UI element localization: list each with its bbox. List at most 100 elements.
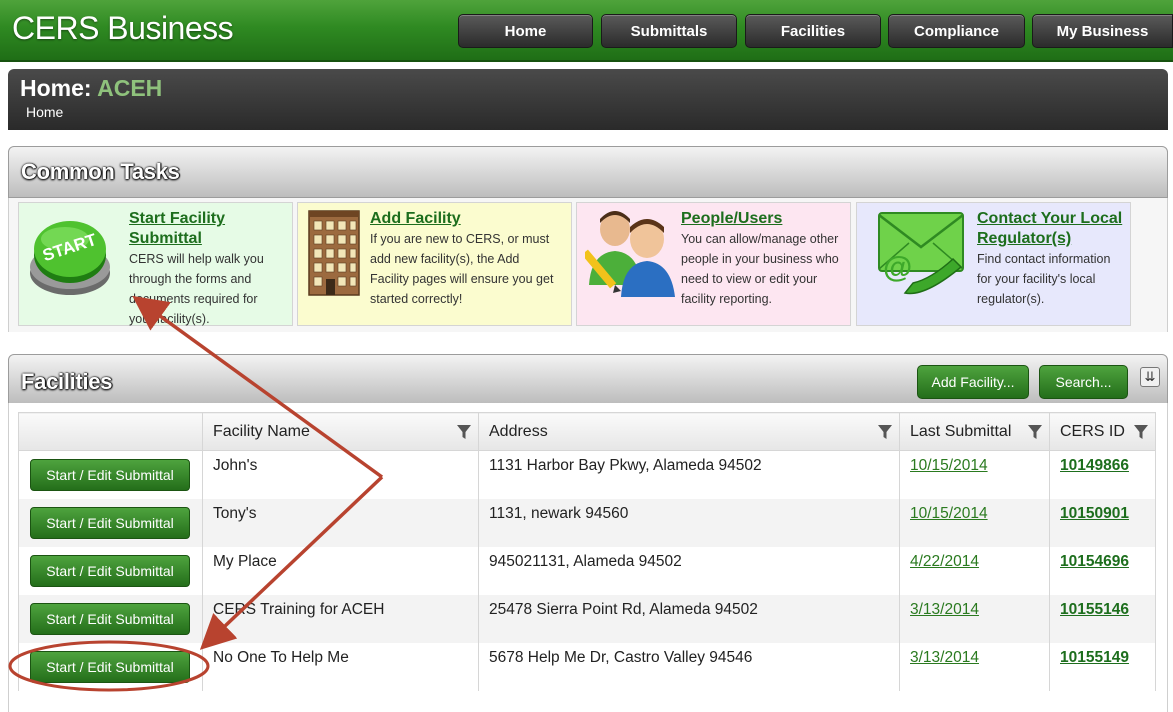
cers-id-cell: 10154696 bbox=[1049, 546, 1156, 595]
breadcrumb: Home bbox=[26, 104, 63, 120]
cers-id-cell: 10155149 bbox=[1049, 642, 1156, 691]
column-header-label: Address bbox=[489, 422, 548, 440]
table-row: Start / Edit Submittal No One To Help Me… bbox=[18, 642, 1156, 691]
last-submittal-link[interactable]: 4/22/2014 bbox=[910, 553, 979, 570]
cers-id-link[interactable]: 10154696 bbox=[1060, 553, 1129, 570]
nav-submittals-button[interactable]: Submittals bbox=[601, 14, 737, 48]
desc-line: regulator(s). bbox=[977, 292, 1045, 306]
task-contact-regulator[interactable]: @ Contact Your Local Regulator(s) Find c… bbox=[856, 202, 1131, 326]
task-start-facility-link[interactable]: Start Facility Submittal bbox=[129, 209, 225, 249]
desc-line: add new facility(s), the Add bbox=[370, 252, 520, 266]
last-submittal-cell: 10/15/2014 bbox=[899, 450, 1050, 499]
cers-id-cell: 10149866 bbox=[1049, 450, 1156, 499]
cers-id-cell: 10155146 bbox=[1049, 594, 1156, 643]
last-submittal-link[interactable]: 10/15/2014 bbox=[910, 505, 988, 522]
task-title-line: Regulator(s) bbox=[977, 230, 1072, 247]
app-logo[interactable]: CERS Business bbox=[12, 10, 234, 47]
nav-compliance-button[interactable]: Compliance bbox=[888, 14, 1025, 48]
column-header-label: Last Submittal bbox=[910, 422, 1012, 440]
last-submittal-cell: 4/22/2014 bbox=[899, 546, 1050, 595]
last-submittal-cell: 3/13/2014 bbox=[899, 594, 1050, 643]
task-start-facility-submittal[interactable]: START Start Facility Submittal CERS will… bbox=[18, 202, 293, 326]
column-header-cers-id[interactable]: CERS ID bbox=[1049, 412, 1156, 451]
action-cell: Start / Edit Submittal bbox=[18, 642, 203, 691]
desc-line: need to view or edit your bbox=[681, 272, 818, 286]
start-button-icon: START bbox=[30, 221, 110, 295]
nav-facilities-button[interactable]: Facilities bbox=[745, 14, 881, 48]
nav-home-button[interactable]: Home bbox=[458, 14, 593, 48]
cers-id-link[interactable]: 10155149 bbox=[1060, 649, 1129, 666]
page-title: Home: ACEH bbox=[20, 75, 162, 102]
desc-line: your facility(s). bbox=[129, 312, 210, 326]
address-cell: 1131 Harbor Bay Pkwy, Alameda 94502 bbox=[478, 450, 900, 499]
page-title-bar: Home: ACEH Home bbox=[8, 69, 1168, 130]
last-submittal-link[interactable]: 10/15/2014 bbox=[910, 457, 988, 474]
table-header-row: Facility Name Address Last Submittal CER… bbox=[18, 412, 1156, 451]
task-title-line: Start Facility bbox=[129, 210, 226, 227]
start-edit-submittal-button[interactable]: Start / Edit Submittal bbox=[30, 602, 190, 635]
column-header-last-submittal[interactable]: Last Submittal bbox=[899, 412, 1050, 451]
facility-name-cell: John's bbox=[202, 450, 479, 499]
breadcrumb-home[interactable]: Home bbox=[26, 104, 63, 120]
last-submittal-cell: 3/13/2014 bbox=[899, 642, 1050, 691]
desc-line: people in your business who bbox=[681, 252, 839, 266]
task-add-facility[interactable]: Add Facility If you are new to CERS, or … bbox=[297, 202, 572, 326]
facility-name-cell: CERS Training for ACEH bbox=[202, 594, 479, 643]
facility-name-cell: My Place bbox=[202, 546, 479, 595]
column-header-address[interactable]: Address bbox=[478, 412, 900, 451]
nav-my-business-button[interactable]: My Business bbox=[1032, 14, 1173, 48]
filter-icon[interactable] bbox=[1028, 424, 1042, 440]
filter-icon[interactable] bbox=[457, 424, 471, 440]
facilities-table: Facility Name Address Last Submittal CER… bbox=[18, 412, 1156, 691]
at-sign-glyph: @ bbox=[883, 251, 912, 284]
desc-line: You can allow/manage other bbox=[681, 232, 839, 246]
last-submittal-cell: 10/15/2014 bbox=[899, 498, 1050, 547]
column-header-label: CERS ID bbox=[1060, 422, 1125, 440]
page-title-org: ACEH bbox=[97, 75, 163, 101]
desc-line: Facility pages will ensure you get bbox=[370, 272, 554, 286]
cers-id-link[interactable]: 10155146 bbox=[1060, 601, 1129, 618]
table-row: Start / Edit Submittal Tony's 1131, newa… bbox=[18, 498, 1156, 547]
action-cell: Start / Edit Submittal bbox=[18, 450, 203, 499]
task-description: If you are new to CERS, or must add new … bbox=[370, 229, 553, 309]
task-people-users-link[interactable]: People/Users bbox=[681, 209, 782, 229]
action-cell: Start / Edit Submittal bbox=[18, 594, 203, 643]
table-row: Start / Edit Submittal My Place 94502113… bbox=[18, 546, 1156, 595]
desc-line: through the forms and bbox=[129, 272, 252, 286]
search-button[interactable]: Search... bbox=[1039, 365, 1128, 399]
common-tasks-header: Common Tasks bbox=[8, 146, 1168, 198]
action-cell: Start / Edit Submittal bbox=[18, 498, 203, 547]
cers-id-link[interactable]: 10149866 bbox=[1060, 457, 1129, 474]
task-title-line: Submittal bbox=[129, 230, 202, 247]
desc-line: for your facility's local bbox=[977, 272, 1096, 286]
page-title-prefix: Home: bbox=[20, 75, 92, 101]
start-edit-submittal-button[interactable]: Start / Edit Submittal bbox=[30, 506, 190, 539]
address-cell: 945021131, Alameda 94502 bbox=[478, 546, 900, 595]
task-contact-regulator-link[interactable]: Contact Your Local Regulator(s) bbox=[977, 209, 1122, 249]
collapse-panel-icon[interactable]: ⇊ bbox=[1140, 367, 1160, 387]
cers-id-cell: 10150901 bbox=[1049, 498, 1156, 547]
start-edit-submittal-button[interactable]: Start / Edit Submittal bbox=[30, 650, 190, 683]
start-edit-submittal-button[interactable]: Start / Edit Submittal bbox=[30, 459, 190, 491]
start-edit-submittal-button[interactable]: Start / Edit Submittal bbox=[30, 554, 190, 587]
desc-line: CERS will help walk you bbox=[129, 252, 264, 266]
column-header-facility-name[interactable]: Facility Name bbox=[202, 412, 479, 451]
facility-name-cell: No One To Help Me bbox=[202, 642, 479, 691]
task-people-users[interactable]: People/Users You can allow/manage other … bbox=[576, 202, 851, 326]
desc-line: If you are new to CERS, or must bbox=[370, 232, 550, 246]
filter-icon[interactable] bbox=[878, 424, 892, 440]
desc-line: started correctly! bbox=[370, 292, 463, 306]
facilities-title: Facilities bbox=[21, 369, 113, 394]
last-submittal-link[interactable]: 3/13/2014 bbox=[910, 649, 979, 666]
task-add-facility-link[interactable]: Add Facility bbox=[370, 209, 461, 229]
task-description: You can allow/manage other people in you… bbox=[681, 229, 839, 309]
table-row: Start / Edit Submittal CERS Training for… bbox=[18, 594, 1156, 643]
add-facility-button[interactable]: Add Facility... bbox=[917, 365, 1029, 399]
cers-id-link[interactable]: 10150901 bbox=[1060, 505, 1129, 522]
last-submittal-link[interactable]: 3/13/2014 bbox=[910, 601, 979, 618]
building-icon bbox=[308, 210, 360, 296]
desc-line: Find contact information bbox=[977, 252, 1111, 266]
address-cell: 25478 Sierra Point Rd, Alameda 94502 bbox=[478, 594, 900, 643]
filter-icon[interactable] bbox=[1134, 424, 1148, 440]
column-header-label: Facility Name bbox=[213, 422, 310, 440]
